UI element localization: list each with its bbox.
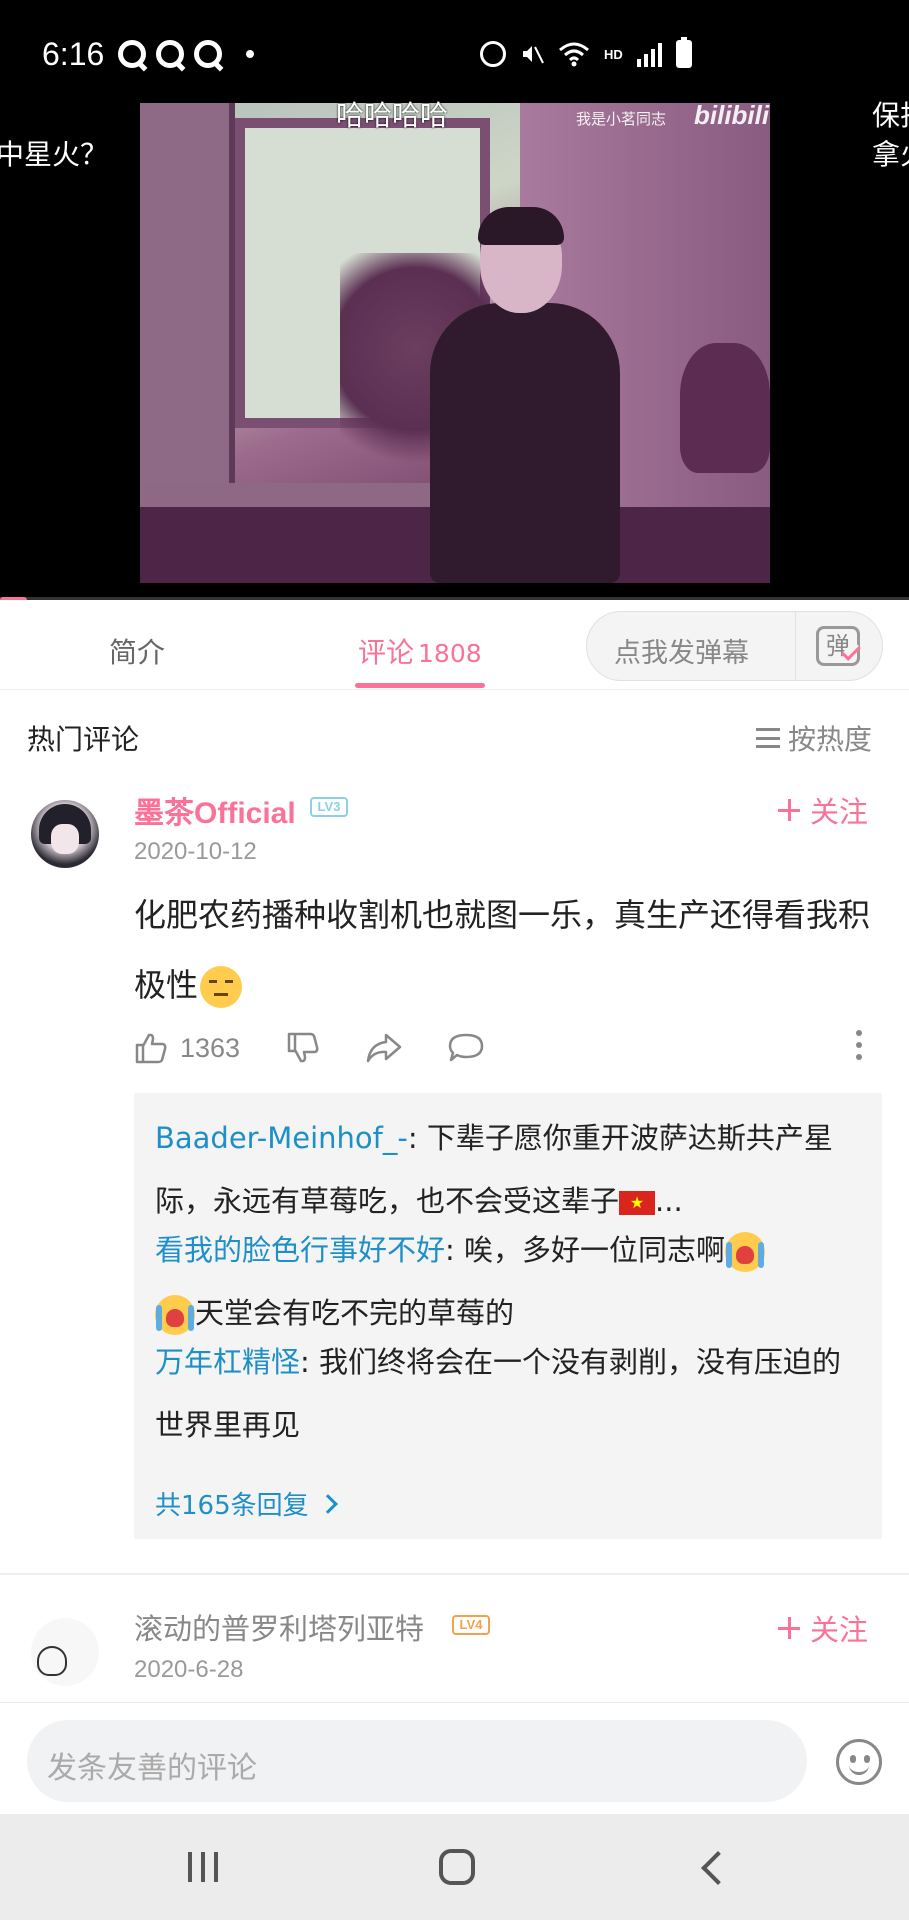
reply-button[interactable]: [448, 1032, 484, 1064]
follow-label: 关注: [810, 795, 869, 829]
video-watermark: 我是小茗同志: [576, 110, 667, 128]
view-all-replies-link[interactable]: 共165条回复: [155, 1485, 338, 1522]
follow-button[interactable]: 关注: [778, 1607, 868, 1649]
status-time: 6:16: [42, 36, 105, 72]
emoji-icon[interactable]: [836, 1739, 882, 1785]
follow-label: 关注: [810, 1613, 869, 1647]
chevron-right-icon: [317, 1493, 338, 1514]
danmaku-toggle[interactable]: 弹: [795, 612, 882, 680]
divider: [0, 1573, 909, 1575]
thumbs-down-icon: [287, 1032, 319, 1063]
home-icon[interactable]: [439, 1849, 475, 1885]
video-progress-bar[interactable]: [0, 597, 909, 600]
level-badge: LV3: [310, 797, 348, 817]
vietnam-flag-icon: ★: [619, 1191, 656, 1215]
sort-button[interactable]: 按热度: [756, 718, 872, 758]
app-notification-icon: [118, 40, 146, 68]
send-danmaku-label: 点我发弹幕: [614, 638, 749, 669]
crying-emoji-icon: [725, 1232, 766, 1272]
video-progress-fill: [0, 597, 28, 600]
reply-item: 看我的脸色行事好不好: 唉，多好一位同志啊天堂会有吃不完的草莓的: [155, 1219, 855, 1345]
network-type: HD: [604, 46, 623, 62]
comment-text: 化肥农药播种收割机也就图一乐，真生产还得看我积极性: [134, 880, 874, 1020]
hot-comments-title: 热门评论: [27, 723, 140, 756]
video-frame: [140, 103, 770, 583]
menu-lines-icon: [756, 728, 780, 748]
plus-icon: [778, 1617, 800, 1639]
comment-date: 2020-10-12: [134, 838, 257, 865]
dislike-button[interactable]: [286, 1031, 320, 1065]
reply-item: 万年杠精怪: 我们终将会在一个没有剥削，没有压迫的世界里再见: [155, 1331, 855, 1457]
like-button[interactable]: 1363: [134, 1031, 240, 1065]
active-tab-indicator: [355, 683, 485, 688]
comment-input[interactable]: 发条友善的评论: [27, 1720, 807, 1802]
tab-intro[interactable]: 简介: [109, 631, 165, 671]
comment-username[interactable]: 墨茶Official: [134, 788, 296, 832]
comment-actions: 1363: [134, 1028, 530, 1068]
share-button[interactable]: [366, 1032, 402, 1064]
thumbs-up-icon: [135, 1033, 167, 1064]
system-nav-bar: [0, 1814, 909, 1920]
comment-input-placeholder: 发条友善的评论: [47, 1751, 257, 1786]
comment-date: 2020-6-28: [134, 1656, 244, 1683]
reply-item: Baader-Meinhof_-: 下辈子愿你重开波萨达斯共产星际，永远有草莓吃…: [155, 1107, 855, 1233]
reply-username[interactable]: Baader-Meinhof_-: [155, 1121, 408, 1155]
reply-text-continued: 天堂会有吃不完的草莓的: [195, 1296, 515, 1330]
app-notification-icon: [156, 40, 184, 68]
grumpy-emoji-icon: [200, 966, 243, 1008]
alarm-icon: [480, 41, 506, 67]
app-notification-icon: [194, 40, 222, 68]
mute-icon: [523, 46, 544, 64]
crying-emoji-icon: [155, 1295, 195, 1335]
level-badge: LV4: [452, 1615, 490, 1635]
comment-body: 化肥农药播种收割机也就图一乐，真生产还得看我积极性: [134, 896, 871, 1004]
reply-ellipsis: ...: [655, 1184, 683, 1218]
like-count: 1363: [180, 1032, 241, 1063]
status-bar: 6:16 HD: [0, 0, 909, 110]
danmaku-item: 拿火: [872, 138, 909, 171]
reply-username[interactable]: 看我的脸色行事好不好: [155, 1233, 445, 1267]
view-all-replies-label: 共165条回复: [155, 1491, 309, 1521]
comment-bubble-icon: [448, 1033, 484, 1062]
share-icon: [366, 1033, 402, 1063]
sort-label: 按热度: [788, 723, 873, 756]
battery-icon: [675, 37, 692, 68]
signal-icon: [636, 41, 662, 67]
replies-box[interactable]: Baader-Meinhof_-: 下辈子愿你重开波萨达斯共产星际，永远有草莓吃…: [134, 1093, 882, 1539]
avatar[interactable]: [31, 800, 99, 868]
tab-comments[interactable]: 评论 1808: [358, 631, 482, 671]
reply-text: : 唉，多好一位同志啊: [445, 1233, 726, 1267]
comment-username[interactable]: 滚动的普罗利塔列亚特: [134, 1606, 424, 1648]
danmaku-item: 中星火？: [0, 138, 109, 171]
comment-input-bar: 发条友善的评论: [0, 1702, 909, 1814]
tab-bar: 简介 评论 1808 点我发弹幕 弹: [0, 603, 909, 690]
reply-username[interactable]: 万年杠精怪: [155, 1345, 300, 1379]
follow-button[interactable]: 关注: [778, 789, 868, 831]
wifi-icon: [559, 42, 589, 67]
back-icon[interactable]: [701, 1851, 735, 1885]
more-options-icon[interactable]: [856, 1030, 864, 1064]
avatar[interactable]: [31, 1618, 99, 1686]
tab-comments-label: 评论: [358, 636, 415, 669]
plus-icon: [778, 799, 800, 821]
recent-apps-icon[interactable]: [188, 1852, 218, 1882]
more-notifications-icon: [246, 50, 254, 58]
send-danmaku-button[interactable]: 点我发弹幕 弹: [586, 611, 883, 681]
tab-comments-count: 1808: [418, 639, 482, 668]
